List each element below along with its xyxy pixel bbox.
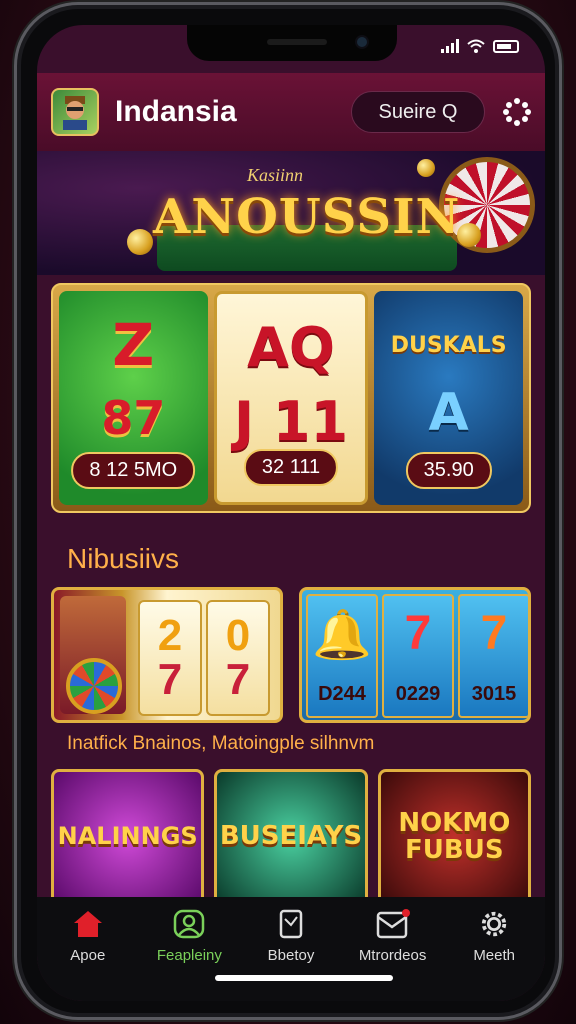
tab-betslip[interactable]: Bbetoy <box>240 909 342 1001</box>
game-card[interactable]: NALINNGS <box>51 769 205 905</box>
reel-value-badge: 35.90 <box>405 452 492 489</box>
reel-symbol-top: AQ <box>247 316 335 379</box>
tab-label: Bbetoy <box>267 947 315 964</box>
promo-banner[interactable]: Kasiinn ANOUSSIN <box>37 151 545 275</box>
wifi-icon <box>467 39 485 53</box>
jackpot-column: 🔔 D244 <box>306 594 378 718</box>
game-title: NOKMO FUBUS <box>398 807 511 865</box>
jackpot-value: 0229 <box>395 683 441 705</box>
status-bar <box>441 39 519 53</box>
slot-cards-row: 2 7 0 7 🔔 D244 7 0229 7 3015 <box>51 587 531 723</box>
avatar-face-icon <box>63 96 87 130</box>
reel-symbol-bottom: 87 <box>101 391 166 445</box>
reel-2[interactable]: AQ J 11 32 111 <box>213 291 369 505</box>
tab-settings[interactable]: Meeth <box>443 909 545 1001</box>
section-caption: Inatfick Bnainos, Matoingple silhnvm <box>67 733 375 754</box>
banner-title: ANOUSSIN <box>153 189 461 245</box>
digit-reels: 2 7 0 7 <box>138 600 270 716</box>
user-icon <box>174 909 205 939</box>
digit-bottom: 7 <box>157 655 183 704</box>
digit-bottom: 7 <box>225 655 251 704</box>
tab-messages[interactable]: Mtrordeos <box>342 909 444 1001</box>
tab-home[interactable]: Apoe <box>37 909 139 1001</box>
coin-icon <box>457 223 481 247</box>
home-icon <box>73 911 102 937</box>
digit-reel: 2 7 <box>138 600 202 716</box>
menu-icon[interactable] <box>503 98 531 126</box>
featured-slot-machine[interactable]: Z 87 8 12 5MO AQ J 11 32 111 DUSKALS A 3… <box>51 283 531 513</box>
reel-3[interactable]: DUSKALS A 35.90 <box>374 291 524 505</box>
seven-icon: 7 <box>404 607 432 660</box>
gear-icon <box>481 911 507 937</box>
reel-value-badge: 8 12 5MO <box>71 452 196 489</box>
app-header: Indansia Sueire Q <box>37 73 545 151</box>
jackpot-value: 3015 <box>471 683 517 705</box>
jackpot-column: 7 3015 <box>458 594 528 718</box>
app-title: Indansia <box>115 95 237 128</box>
seven-icon: 7 <box>480 607 508 660</box>
tab-label: Mtrordeos <box>358 947 427 964</box>
camera <box>355 35 369 49</box>
home-indicator[interactable] <box>215 975 393 981</box>
reel-symbol-bottom: A <box>428 383 469 443</box>
game-card[interactable]: BUSEIAYS <box>214 769 368 905</box>
digit-top: 0 <box>225 611 251 660</box>
speaker <box>267 39 327 45</box>
reel-symbol-bottom: J 11 <box>233 390 349 453</box>
mail-icon <box>376 909 410 939</box>
game-cards-row: NALINNGS BUSEIAYS NOKMO FUBUS <box>51 769 531 905</box>
avatar[interactable] <box>51 88 99 136</box>
notch <box>187 25 397 61</box>
game-title: BUSEIAYS <box>219 821 363 852</box>
reel-symbol-top: Z <box>112 311 155 379</box>
game-card[interactable]: NOKMO FUBUS <box>377 769 531 905</box>
reel-1[interactable]: Z 87 8 12 5MO <box>59 291 208 505</box>
tab-players[interactable]: Feapleiny <box>139 909 241 1001</box>
search-button[interactable]: Sueire Q <box>351 91 485 133</box>
tablet-icon <box>279 909 303 939</box>
game-title: NALINNGS <box>57 822 198 851</box>
phone-frame: Indansia Sueire Q Kasiinn ANOUSSIN Z 87 … <box>14 2 562 1020</box>
jackpot-column: 7 0229 <box>382 594 454 718</box>
digit-reel: 0 7 <box>206 600 270 716</box>
signal-icon <box>441 39 459 53</box>
classic-slot-card[interactable]: 2 7 0 7 <box>51 587 283 723</box>
jackpot-value: D244 <box>318 683 366 705</box>
bottom-tab-bar: Apoe Feapleiny Bbetoy Mtrordeos Meeth <box>37 897 545 1001</box>
section-title: Nibusiivs <box>67 543 180 574</box>
coin-icon <box>417 159 435 177</box>
prize-wheel-icon <box>66 658 122 714</box>
tab-label: Meeth <box>473 947 516 964</box>
tab-label: Feapleiny <box>156 947 222 964</box>
battery-icon <box>493 39 519 53</box>
tab-label: Apoe <box>70 947 106 964</box>
banner-subtitle: Kasiinn <box>247 165 304 185</box>
bell-icon: 🔔 <box>312 609 372 662</box>
coin-icon <box>127 229 153 255</box>
digit-top: 2 <box>157 611 183 660</box>
jackpot-slot-card[interactable]: 🔔 D244 7 0229 7 3015 <box>299 587 531 723</box>
app-screen: Indansia Sueire Q Kasiinn ANOUSSIN Z 87 … <box>37 25 545 1001</box>
reel-value-badge: 32 111 <box>243 449 339 486</box>
reel-symbol-top: DUSKALS <box>390 333 507 358</box>
